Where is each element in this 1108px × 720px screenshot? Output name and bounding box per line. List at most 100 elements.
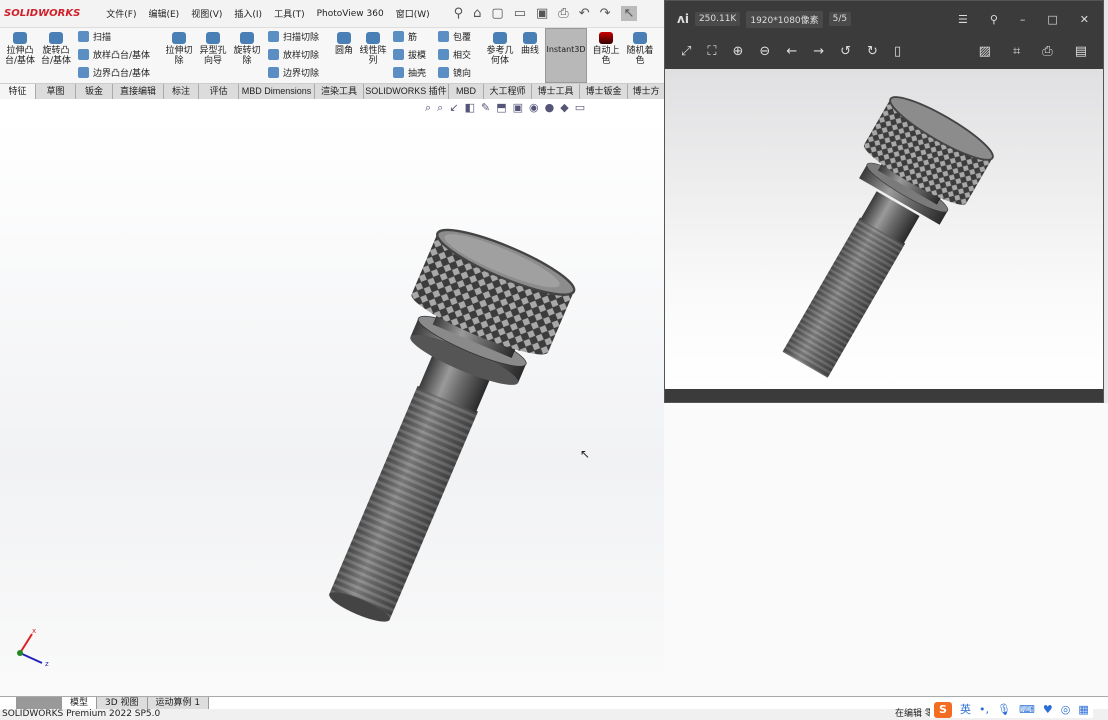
menu-file[interactable]: 文件(F) [106,7,136,20]
zoom-to-fit-icon[interactable]: ⌕ [425,101,431,115]
section-view-icon[interactable]: ◧ [465,101,475,115]
sweep-button[interactable]: 扫描 [78,30,111,43]
menu-icon[interactable]: ☰ [958,13,968,26]
edit-image-icon[interactable]: ▨ [979,44,991,59]
home-icon[interactable]: ⌂ [473,6,481,21]
view-orientation-icon[interactable]: ⬒ [496,101,506,115]
maximize-icon[interactable]: □ [1047,13,1057,26]
loft-button[interactable]: 放样凸台/基体 [78,48,150,61]
minimize-icon[interactable]: – [1020,13,1026,26]
menu-window[interactable]: 窗口(W) [396,7,430,20]
rotate-left-icon[interactable]: ↺ [840,44,851,59]
zoom-area-icon[interactable]: ⌕ [437,101,443,115]
display-style-icon[interactable]: ▣ [513,101,523,115]
mirror-button[interactable]: 镜向 [438,66,471,79]
select-icon[interactable]: ↖ [620,6,638,21]
tab-addins[interactable]: SOLIDWORKS 插件 [364,84,449,99]
game-icon[interactable]: ◎ [1061,702,1071,718]
view-settings-icon[interactable]: ▭ [575,101,585,115]
tab-model[interactable]: 模型 [62,697,98,709]
wrap-button[interactable]: 包覆 [438,30,471,43]
edit-appearance-icon[interactable]: ● [545,101,555,115]
scene-icon[interactable]: ◆ [560,101,568,115]
revolve-boss-button[interactable]: 旋转凸台/基体 [40,32,72,66]
menu-insert[interactable]: 插入(I) [234,7,262,20]
boundary-cut-button[interactable]: 边界切除 [268,66,319,79]
tab-evaluate[interactable]: 评估 [199,84,239,99]
new-icon[interactable]: ▢ [491,6,503,21]
linear-pattern-button[interactable]: 线性阵列 [358,32,388,66]
tab-doctor-sheetmetal[interactable]: 博士钣金 [580,84,628,99]
tab-mbd-dimensions[interactable]: MBD Dimensions [239,84,315,99]
curves-button[interactable]: 曲线 [518,32,542,56]
next-icon[interactable]: → [813,44,824,59]
tab-doctor-more[interactable]: 博士方 [628,84,664,99]
extrude-boss-button[interactable]: 拉伸凸台/基体 [4,32,36,66]
label: 拔模 [408,51,427,61]
fullscreen-icon[interactable]: ⤢ [681,44,691,59]
tab-engineer[interactable]: 大工程师 [484,84,532,99]
crop-icon[interactable]: ⌗ [1013,44,1020,59]
skin-icon[interactable]: ♥ [1043,702,1053,718]
undo-icon[interactable]: ↶ [579,6,590,21]
shell-button[interactable]: 抽壳 [393,66,426,79]
mouse-icon[interactable]: ▯ [894,44,901,59]
open-icon[interactable]: ▭ [514,6,526,21]
save-icon[interactable]: ▣ [536,6,548,21]
menu-photoview[interactable]: PhotoView 360 [317,9,384,19]
fit-window-icon[interactable]: ⛶ [707,44,716,59]
print-icon[interactable]: ⎙ [558,6,568,21]
fillet-button[interactable]: 圆角 [332,32,356,56]
tab-scroll-buttons[interactable] [16,697,62,709]
boundary-boss-button[interactable]: 边界凸台/基体 [78,66,150,79]
sogou-logo-icon[interactable]: S [934,702,952,718]
tab-direct-edit[interactable]: 直接编辑 [113,84,164,99]
tab-motion-study[interactable]: 运动算例 1 [147,697,210,709]
delete-icon[interactable]: ▤ [1075,44,1087,59]
tab-3d-views[interactable]: 3D 视图 [97,697,148,709]
dynamic-annotation-icon[interactable]: ✎ [481,101,490,115]
auto-color-button[interactable]: 自动上色 [591,32,621,66]
rib-button[interactable]: 筋 [393,30,417,43]
z-axis-label: z [45,660,49,668]
close-icon[interactable]: ✕ [1080,13,1089,26]
hole-wizard-button[interactable]: 异型孔向导 [198,32,228,66]
random-color-button[interactable]: 随机着色 [624,32,656,66]
microphone-icon[interactable]: 🎙 [997,702,1011,718]
pin-icon[interactable]: ⚲ [990,13,998,26]
extrude-cut-button[interactable]: 拉伸切除 [164,32,194,66]
intersect-button[interactable]: 相交 [438,48,471,61]
menu-view[interactable]: 视图(V) [191,7,222,20]
keyboard-icon[interactable]: ⌨ [1019,702,1035,718]
language-toggle[interactable]: 英 [960,702,971,718]
redo-icon[interactable]: ↷ [600,6,611,21]
tab-doctor-tools[interactable]: 博士工具 [532,84,580,99]
tab-sketch[interactable]: 草图 [36,84,76,99]
tab-sheet-metal[interactable]: 钣金 [76,84,113,99]
tab-mbd[interactable]: MBD [449,84,484,99]
reference-geometry-button[interactable]: 参考几何体 [486,32,514,66]
hide-show-icon[interactable]: ◉ [529,101,539,115]
previous-icon[interactable]: ← [786,44,797,59]
revolve-cut-button[interactable]: 旋转切除 [232,32,262,66]
zoom-out-icon[interactable]: ⊖ [759,44,770,59]
apps-grid-icon[interactable]: ▦ [1078,702,1088,718]
lofted-cut-button[interactable]: 放样切除 [268,48,319,61]
zoom-in-icon[interactable]: ⊕ [733,44,744,59]
swept-cut-button[interactable]: 扫描切除 [268,30,319,43]
tab-render-tools[interactable]: 渲染工具 [315,84,364,99]
tab-markup[interactable]: 标注 [164,84,199,99]
instant3d-button[interactable]: Instant3D [545,28,587,83]
draft-button[interactable]: 拔模 [393,48,426,61]
punctuation-icon[interactable]: •, [979,702,989,718]
version-text: SOLIDWORKS Premium 2022 SP5.0 [2,709,161,719]
rotate-right-icon[interactable]: ↻ [867,44,878,59]
extrude-cut-icon [172,32,186,44]
graphics-area[interactable] [0,118,664,696]
pin-icon[interactable]: ⚲ [454,6,464,21]
menu-edit[interactable]: 编辑(E) [148,7,179,20]
tab-features[interactable]: 特征 [0,84,36,99]
print-icon[interactable]: ⎙ [1042,44,1052,59]
menu-tools[interactable]: 工具(T) [274,7,305,20]
previous-view-icon[interactable]: ↙ [449,101,458,115]
